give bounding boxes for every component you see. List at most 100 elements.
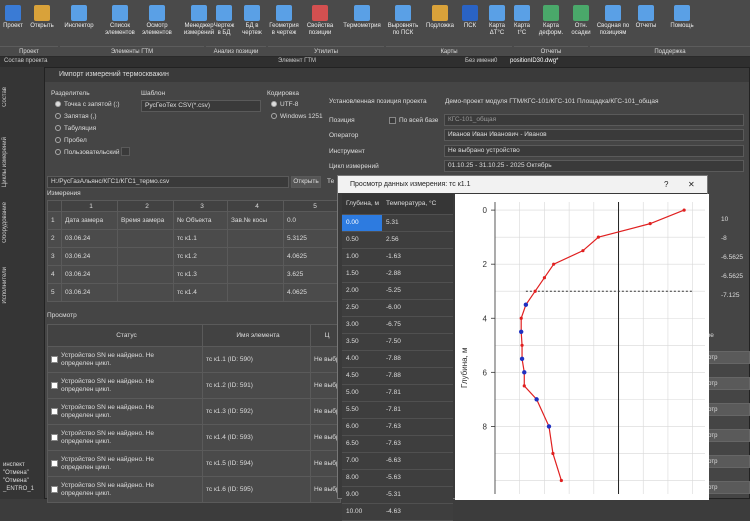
project-button[interactable]: Проект <box>2 2 24 46</box>
temperature-header[interactable]: Температура, °С <box>382 194 453 215</box>
instrument-select[interactable]: Не выбрано устройство <box>444 145 744 157</box>
depth-header[interactable]: Глубина, м <box>342 194 382 215</box>
row-checkbox[interactable] <box>51 408 58 415</box>
document-tab-2[interactable]: positionID30.dwg* <box>510 58 558 64</box>
tab-performers[interactable]: Исполнители <box>2 267 12 304</box>
table-row[interactable]: 4 03.06.24 тс к1.3 3.625 <box>47 265 344 284</box>
table-row[interactable]: 2.00 -5.25 <box>342 282 453 300</box>
radio-semicolon[interactable]: Точка с запятой (;) <box>55 101 120 108</box>
table-row[interactable]: 5.00 -7.81 <box>342 384 453 402</box>
tab-cycles[interactable]: Циклы измерений <box>2 137 12 187</box>
depth-cell: 1.50 <box>342 265 382 283</box>
table-row[interactable]: 0.00 5.31 <box>342 214 453 232</box>
position-field[interactable]: КГС-101_общая <box>444 114 744 126</box>
map-deform-button[interactable]: Карта деформ. <box>538 2 564 46</box>
row-checkbox[interactable] <box>51 356 58 363</box>
table-row[interactable]: 6.00 -7.63 <box>342 418 453 436</box>
tab-composition[interactable]: Состав <box>2 87 12 107</box>
col-header[interactable]: 1 <box>61 200 118 212</box>
file-path-input[interactable]: H:/РусГазАльянс/КГС1/КГС1_термо.csv <box>47 176 289 188</box>
properties-button[interactable]: Свойства позиции <box>302 2 338 46</box>
table-row[interactable]: 1 Дата замера Время замера № Объекта Зав.№ к… <box>47 211 344 230</box>
gtm-element-tab[interactable]: Элемент ГТМ <box>278 58 316 64</box>
custom-separator-input[interactable] <box>121 147 130 156</box>
table-row[interactable]: 1.50 -2.88 <box>342 265 453 283</box>
document-tab-1[interactable]: Без имени0 <box>465 58 497 64</box>
summary-button[interactable]: Сводная по позициям <box>596 2 630 46</box>
radio-comma[interactable]: Запятая (,) <box>55 113 97 120</box>
ucs-button[interactable]: ПСК <box>460 2 480 46</box>
col-header[interactable]: 3 <box>173 200 228 212</box>
row-checkbox[interactable] <box>51 460 58 467</box>
radio-tab[interactable]: Табуляция <box>55 125 96 132</box>
status-row[interactable]: Устройство SN не найдено. Не определен ц… <box>47 424 341 451</box>
table-row[interactable]: 8.00 -5.63 <box>342 469 453 487</box>
help-icon[interactable]: ? <box>664 176 668 193</box>
project-tree-tab[interactable]: Состав проекта <box>4 58 48 64</box>
table-cell: 03.06.24 <box>61 283 118 302</box>
col-header[interactable]: 4 <box>227 200 284 212</box>
operator-select[interactable]: Иванов Иван Иванович - Иванов <box>444 129 744 141</box>
table-row[interactable]: 5.50 -7.81 <box>342 401 453 419</box>
table-row[interactable]: 10.00 -4.63 <box>342 503 453 521</box>
grid-button[interactable]: Осмотр элементов <box>140 2 174 46</box>
row-checkbox[interactable] <box>51 382 58 389</box>
by-base-checkbox[interactable]: По всей базе <box>389 117 438 124</box>
table-row[interactable]: 5 03.06.24 тс к1.4 4.0625 <box>47 283 344 302</box>
row-checkbox[interactable] <box>51 486 58 493</box>
help-button[interactable]: Помощь <box>666 2 698 46</box>
db-button[interactable]: БД в чертеж <box>238 2 266 46</box>
col-header[interactable]: 2 <box>117 200 174 212</box>
col-header[interactable]: Имя элемента <box>202 324 311 347</box>
table-row[interactable]: 4.50 -7.88 <box>342 367 453 385</box>
depth-cell: 2.00 <box>342 282 382 300</box>
settlement-icon <box>573 5 589 21</box>
geometry-button[interactable]: Геометрия в чертеж <box>268 2 300 46</box>
open-button[interactable]: Открыть <box>28 2 56 46</box>
radio-cp1251[interactable]: Windows 1251 <box>271 113 323 120</box>
thermometer-button[interactable]: Термометрия <box>340 2 384 46</box>
side-item[interactable]: инспект <box>3 462 25 468</box>
depth-cell: 8.00 <box>342 469 382 487</box>
table-row[interactable]: 6.50 -7.63 <box>342 435 453 453</box>
drawing-button[interactable]: Чертеж в БД <box>212 2 236 46</box>
status-row[interactable]: Устройство SN не найдено. Не определен ц… <box>47 398 341 425</box>
underlay-button[interactable]: Подложка <box>420 2 460 46</box>
table-row[interactable]: 2.50 -6.00 <box>342 299 453 317</box>
close-icon[interactable]: ✕ <box>688 176 695 193</box>
table-row[interactable]: 3.00 -6.75 <box>342 316 453 334</box>
tab-equipment[interactable]: Оборудование <box>2 202 12 243</box>
radio-utf8[interactable]: UTF-8 <box>271 101 298 108</box>
open-button[interactable]: Открыть <box>291 176 321 188</box>
cycle-select[interactable]: 01.10.25 - 31.10.25 - 2025 Октябрь <box>444 160 744 172</box>
status-row[interactable]: Устройство SN не найдено. Не определен ц… <box>47 372 341 399</box>
col-header[interactable]: Статус <box>47 324 203 347</box>
inspector-button[interactable]: Инспектор <box>62 2 96 46</box>
row-checkbox[interactable] <box>51 434 58 441</box>
template-select[interactable]: РусГеоТех CSV(*.csv) <box>141 100 261 112</box>
radio-custom[interactable]: Пользовательский <box>55 149 120 156</box>
radio-space[interactable]: Пробел <box>55 137 87 144</box>
table-row[interactable]: 9.00 -5.31 <box>342 486 453 504</box>
side-item[interactable]: _ENTRO_1 <box>3 486 34 492</box>
table-row[interactable]: 4.00 -7.88 <box>342 350 453 368</box>
map-dt-button[interactable]: Карта ΔT°C <box>486 2 508 46</box>
col-header[interactable]: 5 <box>283 200 344 212</box>
table-row[interactable]: 3 03.06.24 тс к1.2 4.0625 <box>47 247 344 266</box>
side-item[interactable]: "Отмена" <box>3 478 29 484</box>
map-t-button[interactable]: Карта t°C <box>510 2 534 46</box>
col-header[interactable]: Ц <box>310 324 341 347</box>
side-item[interactable]: "Отмена" <box>3 470 29 476</box>
table-row[interactable]: 2 03.06.24 тс к1.1 5.3125 <box>47 229 344 248</box>
table-row[interactable]: 0.50 2.56 <box>342 231 453 249</box>
reports-button[interactable]: Отчеты <box>632 2 660 46</box>
status-row[interactable]: Устройство SN не найдено. Не определен ц… <box>47 450 341 477</box>
table-row[interactable]: 7.00 -6.63 <box>342 452 453 470</box>
align-button[interactable]: Выровнять по ПСК <box>386 2 420 46</box>
settlement-button[interactable]: Отн. осадки <box>568 2 594 46</box>
table-row[interactable]: 1.00 -1.63 <box>342 248 453 266</box>
list-button[interactable]: Список элементов <box>102 2 138 46</box>
status-row[interactable]: Устройство SN не найдено. Не определен ц… <box>47 346 341 373</box>
table-row[interactable]: 3.50 -7.50 <box>342 333 453 351</box>
temperature-cell: 2.56 <box>382 231 453 249</box>
